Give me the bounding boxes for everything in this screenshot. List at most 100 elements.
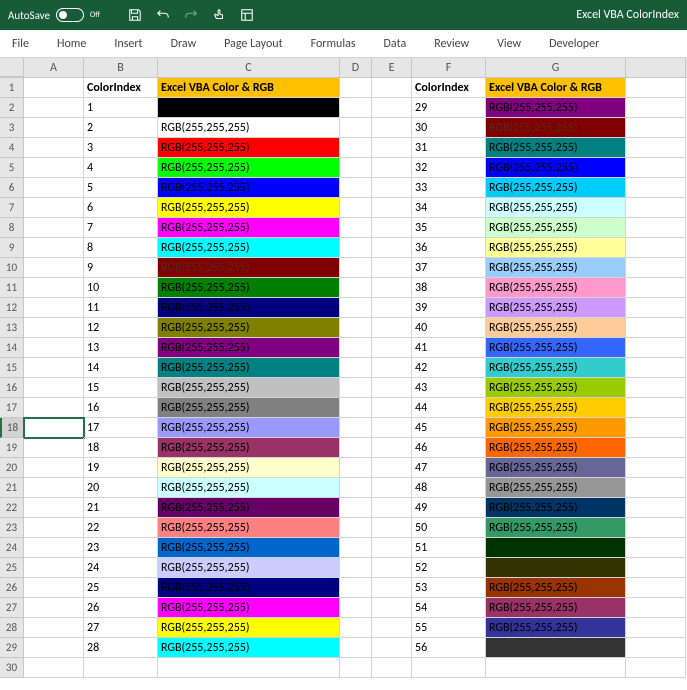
cell[interactable] <box>24 638 84 658</box>
cell[interactable] <box>24 498 84 518</box>
cell[interactable] <box>372 398 412 418</box>
cell[interactable] <box>626 538 686 558</box>
undo-icon[interactable] <box>154 6 172 24</box>
cell[interactable] <box>626 458 686 478</box>
color-swatch-cell[interactable]: RGB(255,255,255) <box>486 618 626 638</box>
cell[interactable] <box>340 238 372 258</box>
color-swatch-cell[interactable]: RGB(255,255,255) <box>486 258 626 278</box>
colorindex-cell[interactable] <box>412 658 486 678</box>
color-swatch-cell[interactable]: RGB(255,255,255) <box>158 198 340 218</box>
color-swatch-cell[interactable]: RGB(255,255,255) <box>486 298 626 318</box>
colorindex-cell[interactable]: 37 <box>412 258 486 278</box>
ribbon-tab-file[interactable]: File <box>12 33 29 55</box>
cell[interactable] <box>372 558 412 578</box>
row-header[interactable]: 28 <box>0 618 24 638</box>
cell[interactable] <box>24 238 84 258</box>
color-swatch-cell[interactable]: RGB(255,255,255) <box>486 358 626 378</box>
row-header[interactable]: 29 <box>0 638 24 658</box>
cell[interactable] <box>626 218 686 238</box>
cell[interactable] <box>24 518 84 538</box>
cell[interactable] <box>372 98 412 118</box>
cell[interactable] <box>372 418 412 438</box>
color-swatch-cell[interactable]: RGB(255,255,255) <box>158 358 340 378</box>
cell[interactable] <box>372 638 412 658</box>
cell[interactable] <box>24 298 84 318</box>
col-header[interactable] <box>626 58 686 77</box>
cell[interactable] <box>340 458 372 478</box>
cell[interactable] <box>626 178 686 198</box>
header-cell[interactable]: ColorIndex <box>412 78 486 98</box>
colorindex-cell[interactable]: 40 <box>412 318 486 338</box>
colorindex-cell[interactable]: 9 <box>84 258 158 278</box>
cell[interactable] <box>626 258 686 278</box>
color-swatch-cell[interactable]: RGB(255,255,255) <box>158 278 340 298</box>
cell[interactable] <box>626 398 686 418</box>
color-swatch-cell[interactable]: RGB(255,255,255) <box>486 478 626 498</box>
colorindex-cell[interactable]: 46 <box>412 438 486 458</box>
color-swatch-cell[interactable]: RGB(255,255,255) <box>158 638 340 658</box>
form-icon[interactable] <box>238 6 256 24</box>
cell[interactable] <box>24 578 84 598</box>
row-header[interactable]: 12 <box>0 298 24 318</box>
cell[interactable] <box>372 238 412 258</box>
cell[interactable] <box>24 158 84 178</box>
ribbon-tab-home[interactable]: Home <box>57 33 86 55</box>
colorindex-cell[interactable]: 13 <box>84 338 158 358</box>
color-swatch-cell[interactable]: RGB(255,255,255) <box>158 598 340 618</box>
colorindex-cell[interactable]: 3 <box>84 138 158 158</box>
colorindex-cell[interactable]: 30 <box>412 118 486 138</box>
color-swatch-cell[interactable]: RGB(255,255,255) <box>486 438 626 458</box>
color-swatch-cell[interactable]: RGB(255,255,255) <box>158 418 340 438</box>
spreadsheet-grid[interactable]: 1ColorIndexExcel VBA Color & RGBColorInd… <box>0 78 687 678</box>
color-swatch-cell[interactable]: RGB(255,255,255) <box>486 218 626 238</box>
cell[interactable] <box>626 478 686 498</box>
color-swatch-cell[interactable]: RGB(255,255,255) <box>486 118 626 138</box>
cell[interactable] <box>24 198 84 218</box>
colorindex-cell[interactable]: 18 <box>84 438 158 458</box>
cell[interactable] <box>340 518 372 538</box>
colorindex-cell[interactable]: 7 <box>84 218 158 238</box>
cell[interactable] <box>340 118 372 138</box>
color-swatch-cell[interactable]: RGB(255,255,255) <box>486 418 626 438</box>
colorindex-cell[interactable]: 6 <box>84 198 158 218</box>
cell[interactable] <box>24 658 84 678</box>
row-header[interactable]: 26 <box>0 578 24 598</box>
cell[interactable] <box>24 458 84 478</box>
autosave-toggle[interactable]: AutoSave Off <box>8 8 100 22</box>
col-header[interactable]: F <box>412 58 486 77</box>
cell[interactable] <box>372 498 412 518</box>
row-header[interactable]: 9 <box>0 238 24 258</box>
color-swatch-cell[interactable]: RGB(255,255,255) <box>158 138 340 158</box>
cell[interactable] <box>340 298 372 318</box>
colorindex-cell[interactable]: 52 <box>412 558 486 578</box>
color-swatch-cell[interactable]: RGB(255,255,255) <box>486 98 626 118</box>
ribbon-tab-view[interactable]: View <box>497 33 521 55</box>
cell[interactable] <box>340 218 372 238</box>
ribbon-tab-formulas[interactable]: Formulas <box>311 33 356 55</box>
cell[interactable] <box>24 178 84 198</box>
ribbon-tab-data[interactable]: Data <box>384 33 407 55</box>
cell[interactable] <box>372 138 412 158</box>
cell[interactable] <box>24 318 84 338</box>
colorindex-cell[interactable]: 56 <box>412 638 486 658</box>
cell[interactable] <box>340 478 372 498</box>
cell[interactable] <box>626 658 686 678</box>
row-header[interactable]: 23 <box>0 518 24 538</box>
save-icon[interactable] <box>126 6 144 24</box>
colorindex-cell[interactable]: 5 <box>84 178 158 198</box>
row-header[interactable]: 22 <box>0 498 24 518</box>
col-header[interactable]: D <box>340 58 372 77</box>
color-swatch-cell[interactable]: RGB(255,255,255) <box>486 158 626 178</box>
cell[interactable] <box>372 178 412 198</box>
cell[interactable] <box>626 558 686 578</box>
col-header[interactable]: G <box>486 58 626 77</box>
cell[interactable] <box>24 278 84 298</box>
color-swatch-cell[interactable]: RGB(255,255,255) <box>158 338 340 358</box>
colorindex-cell[interactable]: 49 <box>412 498 486 518</box>
row-header[interactable]: 2 <box>0 98 24 118</box>
color-swatch-cell[interactable]: RGB(255,255,255) <box>486 518 626 538</box>
color-swatch-cell[interactable]: RGB(255,255,255) <box>486 138 626 158</box>
cell[interactable] <box>340 278 372 298</box>
color-swatch-cell[interactable]: RGB(255,255,255) <box>158 518 340 538</box>
cell[interactable] <box>340 258 372 278</box>
